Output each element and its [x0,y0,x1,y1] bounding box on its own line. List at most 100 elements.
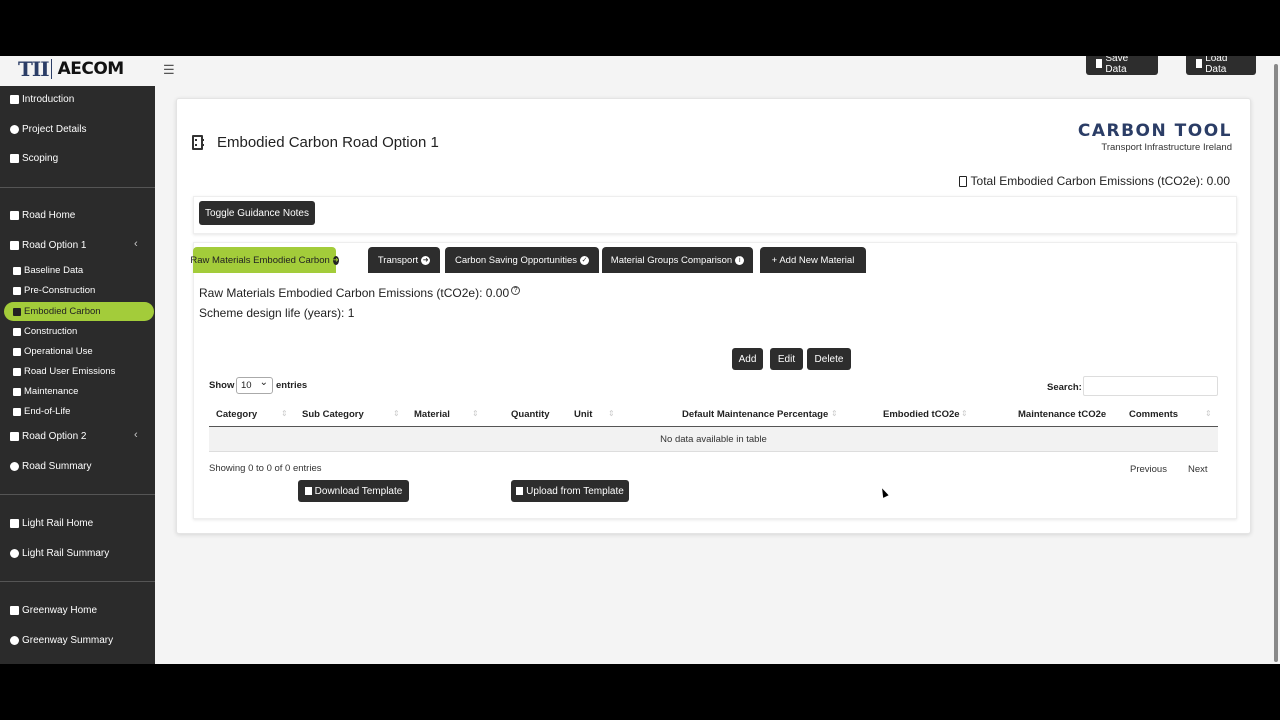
sidebar-item-baseline-data[interactable]: Baseline Data [13,265,83,276]
search-label: Search: [1047,382,1082,393]
car-icon [13,347,21,356]
sidebar-item-light-rail-home[interactable]: Light Rail Home [10,518,93,529]
sidebar-item-greenway-home[interactable]: Greenway Home [10,605,97,616]
tab-label: + Add New Material [771,254,855,266]
delete-button[interactable]: Delete [807,348,851,370]
wrench-icon [13,387,21,396]
previous-page-link[interactable]: Previous [1130,464,1167,475]
sort-icon[interactable]: ⇕ [393,409,400,418]
carbon-tool-logo: CARBON TOOL Transport Infrastructure Ire… [1078,121,1232,153]
table-bottom-rule [209,451,1218,452]
sort-icon[interactable]: ⇕ [961,409,968,418]
entries-per-page-value: 10 [241,380,252,391]
download-template-button[interactable]: Download Template [298,480,409,502]
sidebar-item-label: Road Home [22,210,76,221]
tii-logo-text: TII [18,57,50,81]
upload-template-label: Upload from Template [526,485,624,497]
tab-raw-materials-embodied-carbon[interactable]: Raw Materials Embodied Carbon ➜ [190,247,339,273]
sidebar-item-introduction[interactable]: Introduction [10,94,74,105]
logo-separator [50,59,52,79]
edit-button[interactable]: Edit [770,348,803,370]
add-new-material-button[interactable]: + Add New Material [760,247,866,273]
hamburger-menu-icon[interactable]: ☰ [163,62,175,78]
embodied-carbon-card: Embodied Carbon Road Option 1 CARBON TOO… [176,98,1251,534]
toggle-guidance-notes-button[interactable]: Toggle Guidance Notes [199,201,315,225]
entries-per-page-select[interactable]: 10 [236,375,273,394]
scrollbar-thumb[interactable] [1274,64,1278,662]
bicycle-icon [10,606,19,615]
info-circle-icon: i [735,255,745,265]
sidebar-item-road-option-1[interactable]: Road Option 1 [10,240,87,251]
page-scrollbar[interactable] [1272,56,1280,664]
question-circle-icon[interactable]: ? [511,286,521,295]
chevron-left-icon[interactable]: ‹ [134,429,138,441]
column-header-embodied-tco2e[interactable]: Embodied tCO2e [883,409,960,420]
sidebar-item-label: Road Option 1 [22,240,87,251]
download-icon [304,487,312,495]
sidebar-item-maintenance[interactable]: Maintenance [13,386,78,397]
sidebar-item-label: Introduction [22,94,75,105]
sidebar-item-label: Road Option 2 [22,431,87,442]
users-icon [13,367,21,376]
raw-materials-emissions: Raw Materials Embodied Carbon Emissions … [199,286,521,300]
sidebar-item-operational-use[interactable]: Operational Use [13,346,93,357]
sidebar-item-greenway-summary[interactable]: Greenway Summary [10,635,113,646]
column-header-maintenance-tco2e[interactable]: Maintenance tCO2e [1018,409,1106,420]
entries-label: entries [276,380,308,391]
carbon-tool-subtitle: Transport Infrastructure Ireland [1101,142,1232,153]
column-header-sub-category[interactable]: Sub Category [302,409,364,420]
sidebar: Introduction Project Details Scoping Roa… [0,86,155,664]
road-icon [10,211,19,220]
save-data-button[interactable]: Save Data [1086,56,1158,75]
guidance-panel: Toggle Guidance Notes [193,196,1237,234]
sidebar-item-pre-construction[interactable]: Pre-Construction [13,285,95,296]
top-bar: TII AECOM ☰ Save Data Load Data [0,56,1280,86]
sidebar-item-road-summary[interactable]: Road Summary [10,461,91,472]
show-label: Show [209,380,235,391]
sort-icon[interactable]: ⇕ [1205,409,1212,418]
sidebar-item-road-option-2[interactable]: Road Option 2 [10,431,87,442]
train-icon [10,519,19,528]
tools-icon [13,286,21,295]
sidebar-item-scoping[interactable]: Scoping [10,153,58,164]
sidebar-item-label: Construction [24,326,78,337]
sort-icon[interactable]: ⇕ [281,409,288,418]
add-button[interactable]: Add [732,348,763,370]
tab-material-groups-comparison[interactable]: Material Groups Comparison i [602,247,753,273]
sidebar-item-light-rail-summary[interactable]: Light Rail Summary [10,548,109,559]
search-input[interactable] [1083,376,1218,396]
raw-materials-emissions-text: Raw Materials Embodied Carbon Emissions … [199,286,510,300]
tab-carbon-saving-opportunities[interactable]: Carbon Saving Opportunities ✓ [445,247,599,273]
sort-icon[interactable]: ⇕ [831,409,838,418]
chevron-left-icon[interactable]: ‹ [134,238,138,250]
car-icon [10,241,19,250]
sidebar-item-road-user-emissions[interactable]: Road User Emissions [13,366,115,377]
sort-icon[interactable]: ⇕ [472,409,479,418]
upload-template-button[interactable]: Upload from Template [511,480,629,502]
sort-icon[interactable]: ⇕ [608,409,615,418]
sidebar-divider [0,494,155,495]
column-header-default-maintenance-percentage[interactable]: Default Maintenance Percentage [682,409,828,420]
building-icon [13,307,21,316]
tab-transport[interactable]: Transport ➜ [368,247,440,273]
sidebar-item-project-details[interactable]: Project Details [10,124,86,135]
column-header-quantity[interactable]: Quantity [511,409,550,420]
column-header-unit[interactable]: Unit [574,409,592,420]
column-header-comments[interactable]: Comments [1129,409,1178,420]
file-icon [1096,59,1103,68]
table-empty-row: No data available in table [209,427,1218,451]
sidebar-item-construction[interactable]: Construction [13,326,77,337]
sidebar-item-label: Road User Emissions [24,366,116,377]
column-header-category[interactable]: Category [216,409,257,420]
load-data-button[interactable]: Load Data [1186,56,1256,75]
sidebar-item-end-of-life[interactable]: End-of-Life [13,406,70,417]
sidebar-item-road-home[interactable]: Road Home [10,210,75,221]
sidebar-item-label: Embodied Carbon [24,306,101,317]
column-header-material[interactable]: Material [414,409,450,420]
sidebar-item-embodied-carbon[interactable]: Embodied Carbon [13,306,101,317]
book-icon [10,95,19,104]
next-page-link[interactable]: Next [1188,464,1208,475]
sidebar-item-label: Pre-Construction [24,285,96,296]
hourglass-icon [13,407,21,416]
sidebar-item-label: Light Rail Summary [22,548,110,559]
